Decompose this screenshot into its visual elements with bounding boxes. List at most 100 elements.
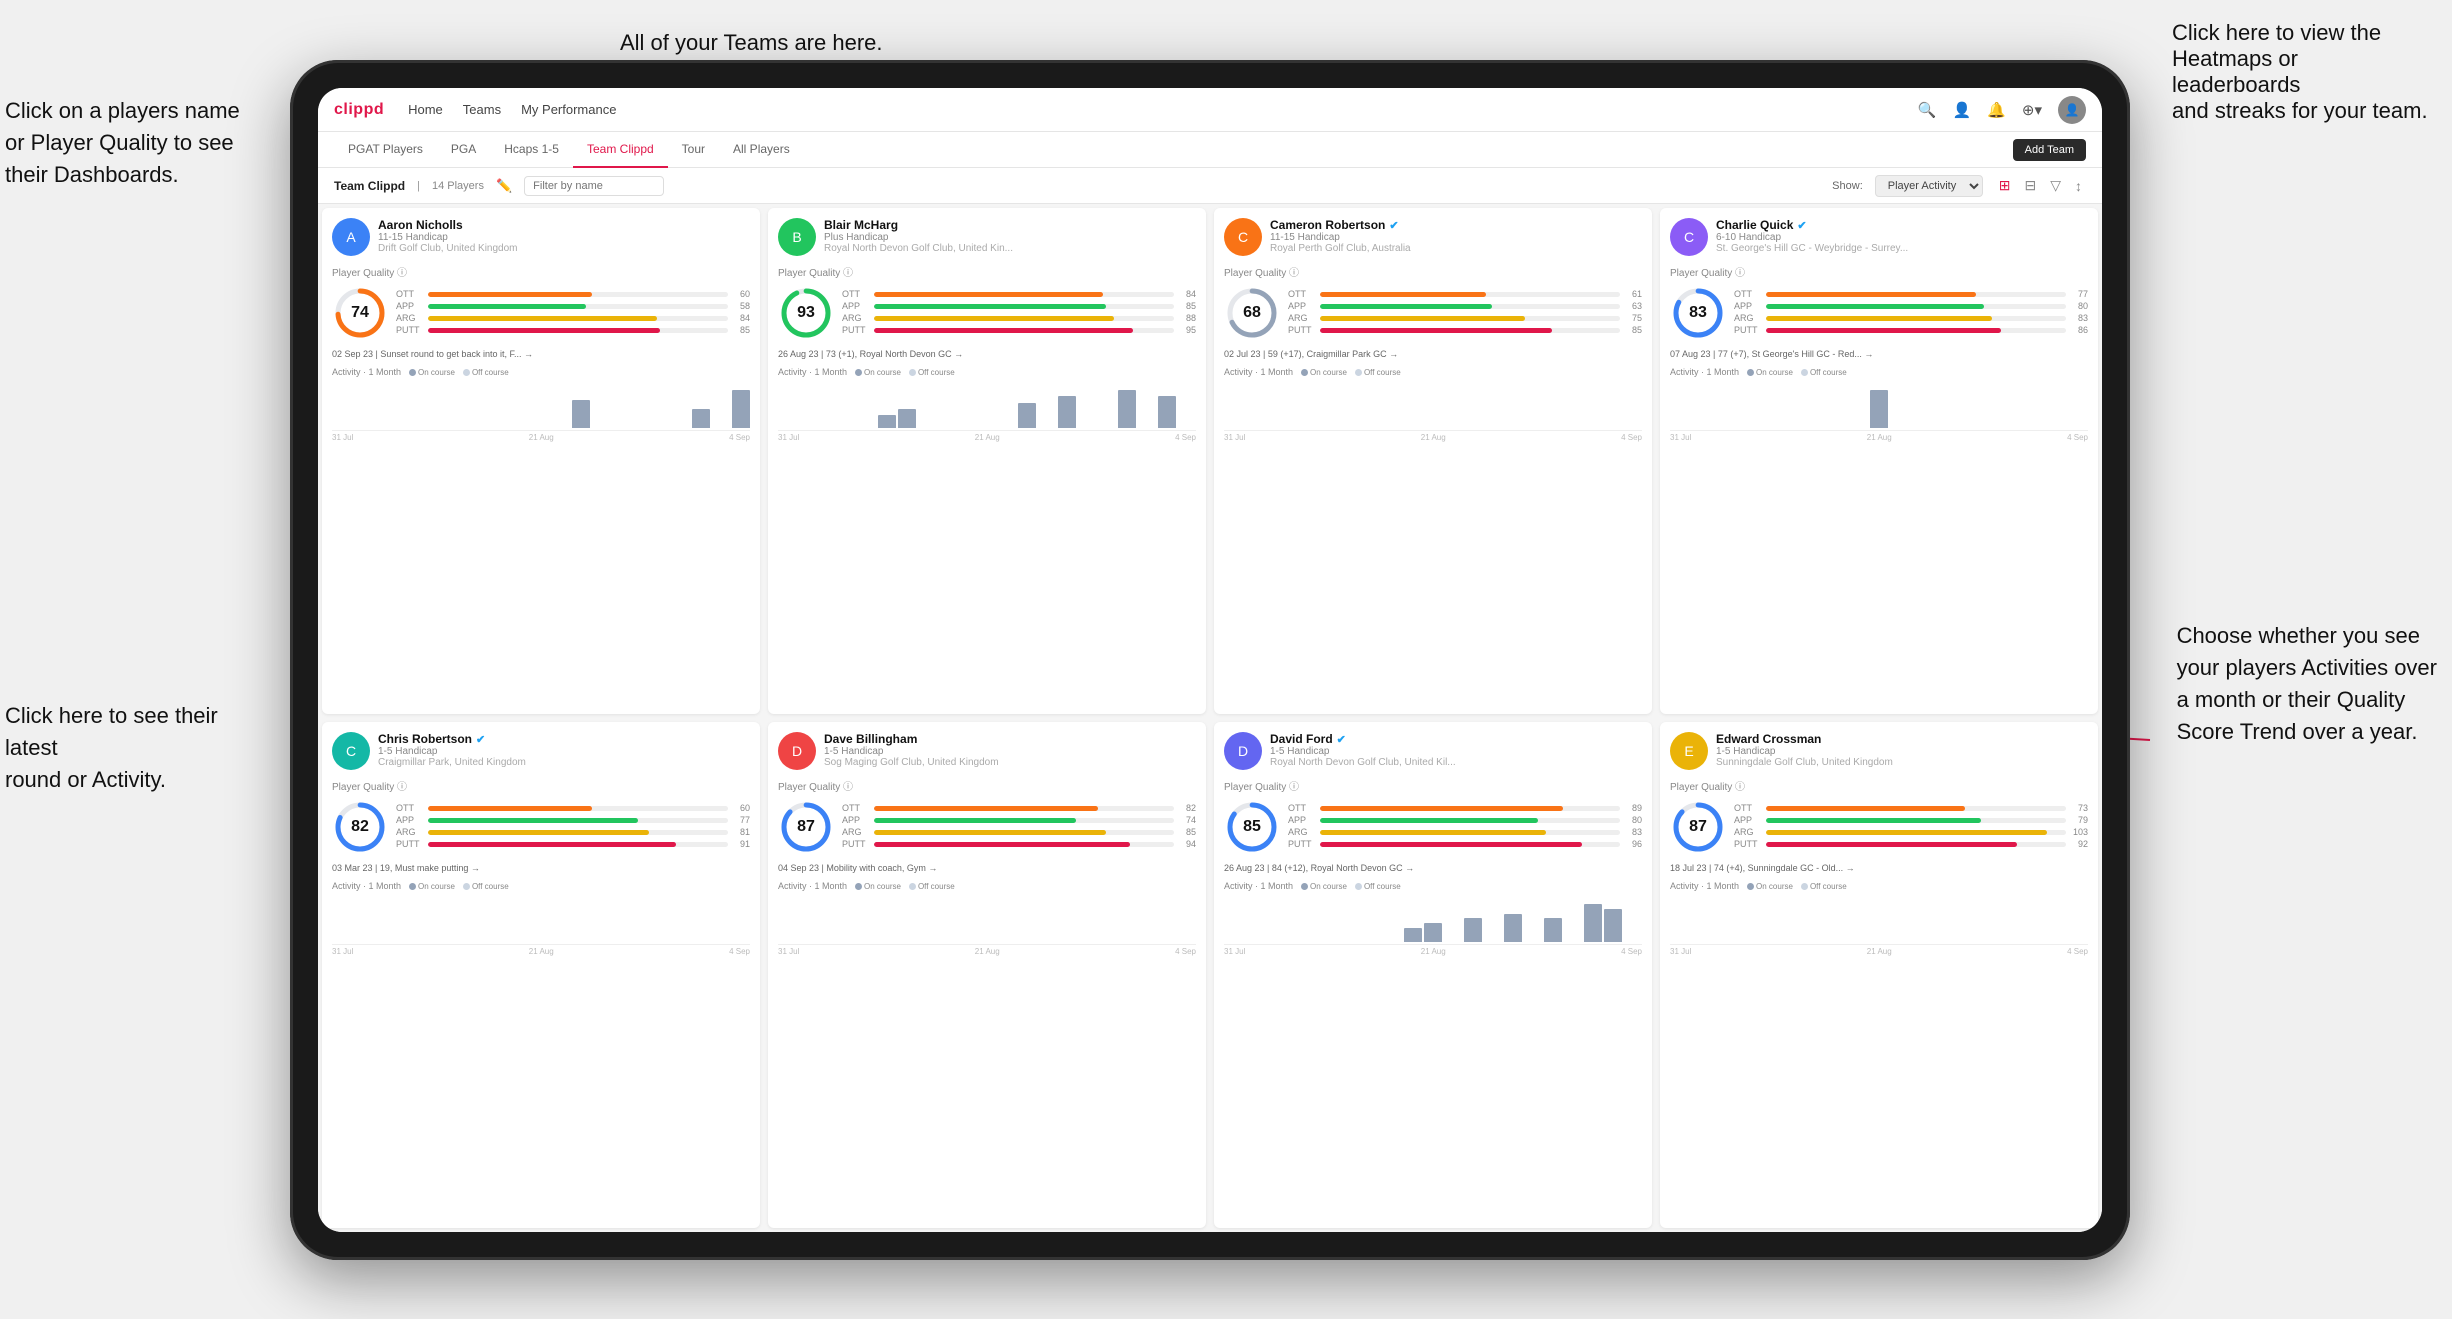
add-team-button[interactable]: Add Team (2013, 139, 2086, 161)
nav-home[interactable]: Home (408, 102, 443, 117)
player-card: D Dave Billingham 1-5 Handicap Sog Magin… (768, 722, 1206, 1228)
quality-section[interactable]: 68 OTT 61 APP 63 ARG 75 PUTT 85 (1224, 285, 1642, 341)
quality-row-arg: ARG 88 (842, 313, 1196, 323)
activity-chart (1224, 381, 1642, 431)
quality-section[interactable]: 87 OTT 82 APP 74 ARG 85 PUTT 94 (778, 799, 1196, 855)
latest-round[interactable]: 07 Aug 23 | 77 (+7), St George's Hill GC… (1670, 349, 2088, 359)
grid-view-button[interactable]: ⊞ (1995, 175, 2015, 196)
quality-row-putt: PUTT 85 (1288, 325, 1642, 335)
quality-circle[interactable]: 83 (1670, 285, 1726, 341)
quality-section[interactable]: 83 OTT 77 APP 80 ARG 83 PUTT 86 (1670, 285, 2088, 341)
quality-label: Player Quality ⓘ (332, 778, 750, 793)
quality-label: Player Quality ⓘ (1224, 264, 1642, 279)
player-club: Royal North Devon Golf Club, United Kil.… (1270, 757, 1642, 768)
quality-row-app: APP 80 (1288, 815, 1642, 825)
team-title: Team Clippd (334, 179, 405, 193)
quality-circle[interactable]: 68 (1224, 285, 1280, 341)
grid-small-view-button[interactable]: ⊟ (2020, 175, 2040, 196)
verified-icon: ✔ (1389, 219, 1398, 232)
player-card: A Aaron Nicholls 11-15 Handicap Drift Go… (322, 208, 760, 714)
search-icon[interactable]: 🔍 (1918, 101, 1937, 119)
card-header: A Aaron Nicholls 11-15 Handicap Drift Go… (332, 218, 750, 256)
player-name[interactable]: David Ford✔ (1270, 732, 1642, 746)
player-name[interactable]: Edward Crossman (1716, 732, 2088, 746)
quality-number: 85 (1243, 818, 1261, 836)
player-avatar[interactable]: C (332, 732, 370, 770)
player-avatar[interactable]: E (1670, 732, 1708, 770)
quality-row-ott: OTT 60 (396, 803, 750, 813)
latest-round[interactable]: 26 Aug 23 | 73 (+1), Royal North Devon G… (778, 349, 1196, 359)
player-avatar[interactable]: C (1670, 218, 1708, 256)
quality-row-putt: PUTT 92 (1734, 839, 2088, 849)
sort-button[interactable]: ↕ (2071, 176, 2086, 196)
show-select[interactable]: Player Activity (1875, 175, 1983, 197)
settings-icon[interactable]: ⊕▾ (2022, 101, 2042, 119)
activity-section: Activity · 1 Month On course Off course … (332, 367, 750, 442)
player-club: Royal Perth Golf Club, Australia (1270, 243, 1642, 254)
player-name[interactable]: Aaron Nicholls (378, 218, 750, 232)
latest-round[interactable]: 26 Aug 23 | 84 (+12), Royal North Devon … (1224, 863, 1642, 873)
latest-round-text: 07 Aug 23 | 77 (+7), St George's Hill GC… (1670, 349, 1873, 359)
user-icon[interactable]: 👤 (1953, 101, 1972, 119)
activity-chart (1224, 895, 1642, 945)
activity-header: Activity · 1 Month On course Off course (1670, 367, 2088, 377)
quality-section[interactable]: 93 OTT 84 APP 85 ARG 88 PUTT 95 (778, 285, 1196, 341)
filter-button[interactable]: ▽ (2046, 175, 2065, 196)
player-avatar[interactable]: D (1224, 732, 1262, 770)
quality-circle[interactable]: 85 (1224, 799, 1280, 855)
quality-section[interactable]: 74 OTT 60 APP 58 ARG 84 PUTT 85 (332, 285, 750, 341)
ipad-frame: clippd Home Teams My Performance 🔍 👤 🔔 ⊕… (290, 60, 2130, 1260)
player-name[interactable]: Charlie Quick✔ (1716, 218, 2088, 232)
quality-row-ott: OTT 82 (842, 803, 1196, 813)
tab-hcaps[interactable]: Hcaps 1-5 (490, 132, 573, 168)
card-header: C Charlie Quick✔ 6-10 Handicap St. Georg… (1670, 218, 2088, 256)
latest-round[interactable]: 02 Jul 23 | 59 (+17), Craigmillar Park G… (1224, 349, 1642, 359)
player-handicap: 1-5 Handicap (824, 746, 1196, 757)
latest-round-text: 18 Jul 23 | 74 (+4), Sunningdale GC - Ol… (1670, 863, 1855, 873)
quality-circle[interactable]: 87 (1670, 799, 1726, 855)
player-avatar[interactable]: D (778, 732, 816, 770)
activity-header: Activity · 1 Month On course Off course (1224, 881, 1642, 891)
latest-round-text: 26 Aug 23 | 84 (+12), Royal North Devon … (1224, 863, 1414, 873)
player-name[interactable]: Dave Billingham (824, 732, 1196, 746)
nav-my-performance[interactable]: My Performance (521, 102, 616, 117)
avatar[interactable]: 👤 (2058, 96, 2086, 124)
activity-chart (1670, 895, 2088, 945)
latest-round[interactable]: 02 Sep 23 | Sunset round to get back int… (332, 349, 750, 359)
tab-tour[interactable]: Tour (668, 132, 719, 168)
bell-icon[interactable]: 🔔 (1987, 101, 2006, 119)
player-name[interactable]: Blair McHarg (824, 218, 1196, 232)
quality-circle[interactable]: 82 (332, 799, 388, 855)
activity-header: Activity · 1 Month On course Off course (1670, 881, 2088, 891)
tab-all-players[interactable]: All Players (719, 132, 804, 168)
quality-label: Player Quality ⓘ (778, 778, 1196, 793)
quality-circle[interactable]: 93 (778, 285, 834, 341)
latest-round[interactable]: 04 Sep 23 | Mobility with coach, Gym → (778, 863, 1196, 873)
show-label: Show: (1832, 180, 1863, 192)
quality-section[interactable]: 85 OTT 89 APP 80 ARG 83 PUTT 96 (1224, 799, 1642, 855)
player-avatar[interactable]: B (778, 218, 816, 256)
quality-circle[interactable]: 74 (332, 285, 388, 341)
player-avatar[interactable]: C (1224, 218, 1262, 256)
filter-input[interactable] (524, 176, 664, 196)
quality-row-app: APP 74 (842, 815, 1196, 825)
nav-right: 🔍 👤 🔔 ⊕▾ 👤 (1918, 96, 2086, 124)
activity-section: Activity · 1 Month On course Off course … (1224, 881, 1642, 956)
quality-circle[interactable]: 87 (778, 799, 834, 855)
quality-row-app: APP 79 (1734, 815, 2088, 825)
tab-pgat-players[interactable]: PGAT Players (334, 132, 437, 168)
player-name[interactable]: Chris Robertson✔ (378, 732, 750, 746)
player-club: St. George's Hill GC - Weybridge - Surre… (1716, 243, 2088, 254)
player-name[interactable]: Cameron Robertson✔ (1270, 218, 1642, 232)
quality-section[interactable]: 87 OTT 73 APP 79 ARG 103 PUTT 92 (1670, 799, 2088, 855)
tab-team-clippd[interactable]: Team Clippd (573, 132, 668, 168)
player-avatar[interactable]: A (332, 218, 370, 256)
nav-teams[interactable]: Teams (463, 102, 501, 117)
edit-icon[interactable]: ✏️ (496, 178, 512, 194)
tab-pga[interactable]: PGA (437, 132, 490, 168)
pipe-separator: | (417, 180, 420, 192)
quality-section[interactable]: 82 OTT 60 APP 77 ARG 81 PUTT 91 (332, 799, 750, 855)
player-info: Cameron Robertson✔ 11-15 Handicap Royal … (1270, 218, 1642, 254)
latest-round[interactable]: 18 Jul 23 | 74 (+4), Sunningdale GC - Ol… (1670, 863, 2088, 873)
latest-round[interactable]: 03 Mar 23 | 19, Must make putting → (332, 863, 750, 873)
